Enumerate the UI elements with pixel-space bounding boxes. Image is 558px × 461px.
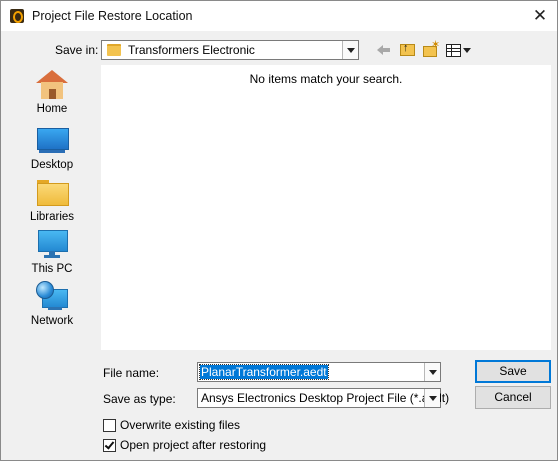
up-folder-icon[interactable] bbox=[399, 41, 415, 59]
save-type-label: Save as type: bbox=[103, 392, 176, 406]
chevron-down-icon[interactable] bbox=[342, 41, 358, 59]
dialog-window: Project File Restore Location ✕ Save in:… bbox=[0, 0, 558, 461]
place-label: Desktop bbox=[30, 159, 74, 171]
network-icon bbox=[36, 281, 68, 311]
place-libraries[interactable]: Libraries bbox=[16, 175, 88, 225]
libraries-icon bbox=[36, 177, 69, 207]
file-name-value: PlanarTransformer.aedt bbox=[199, 364, 329, 380]
file-list[interactable]: No items match your search. bbox=[101, 65, 551, 350]
overwrite-label: Overwrite existing files bbox=[120, 418, 241, 432]
place-network[interactable]: Network bbox=[16, 279, 88, 329]
open-after-label: Open project after restoring bbox=[120, 438, 267, 452]
desktop-icon bbox=[36, 125, 69, 155]
place-this-pc[interactable]: This PC bbox=[16, 227, 88, 277]
save-in-label: Save in: bbox=[55, 43, 99, 57]
overwrite-checkbox[interactable] bbox=[103, 419, 116, 432]
place-home[interactable]: Home bbox=[16, 67, 88, 117]
view-menu-icon[interactable] bbox=[446, 41, 472, 59]
place-label: Home bbox=[36, 103, 68, 115]
close-icon[interactable]: ✕ bbox=[529, 5, 551, 27]
save-type-dropdown[interactable]: Ansys Electronics Desktop Project File (… bbox=[197, 388, 449, 408]
chevron-down-icon[interactable] bbox=[424, 363, 440, 381]
cancel-button[interactable]: Cancel bbox=[475, 386, 551, 409]
title-bar: Project File Restore Location ✕ bbox=[1, 1, 557, 31]
save-in-value: Transformers Electronic bbox=[128, 43, 255, 57]
save-button[interactable]: Save bbox=[475, 360, 551, 383]
save-type-value: Ansys Electronics Desktop Project File (… bbox=[201, 391, 450, 405]
chevron-down-icon[interactable] bbox=[424, 389, 440, 407]
save-in-dropdown[interactable]: Transformers Electronic bbox=[101, 40, 359, 60]
folder-icon bbox=[107, 44, 121, 56]
dialog-title: Project File Restore Location bbox=[32, 9, 193, 23]
place-label: This PC bbox=[31, 263, 73, 275]
empty-message: No items match your search. bbox=[249, 72, 403, 86]
this-pc-icon bbox=[36, 229, 68, 259]
file-name-label: File name: bbox=[103, 366, 160, 380]
place-label: Libraries bbox=[29, 211, 75, 223]
app-icon bbox=[10, 9, 24, 23]
back-arrow-icon[interactable] bbox=[376, 41, 392, 59]
new-folder-icon[interactable] bbox=[422, 38, 440, 59]
places-bar: Home Desktop Libraries This PC Network bbox=[16, 67, 88, 337]
file-name-input[interactable]: PlanarTransformer.aedt bbox=[197, 362, 441, 382]
place-label: Network bbox=[30, 315, 74, 327]
open-after-checkbox[interactable] bbox=[103, 439, 116, 452]
home-icon bbox=[36, 69, 68, 99]
place-desktop[interactable]: Desktop bbox=[16, 123, 88, 173]
